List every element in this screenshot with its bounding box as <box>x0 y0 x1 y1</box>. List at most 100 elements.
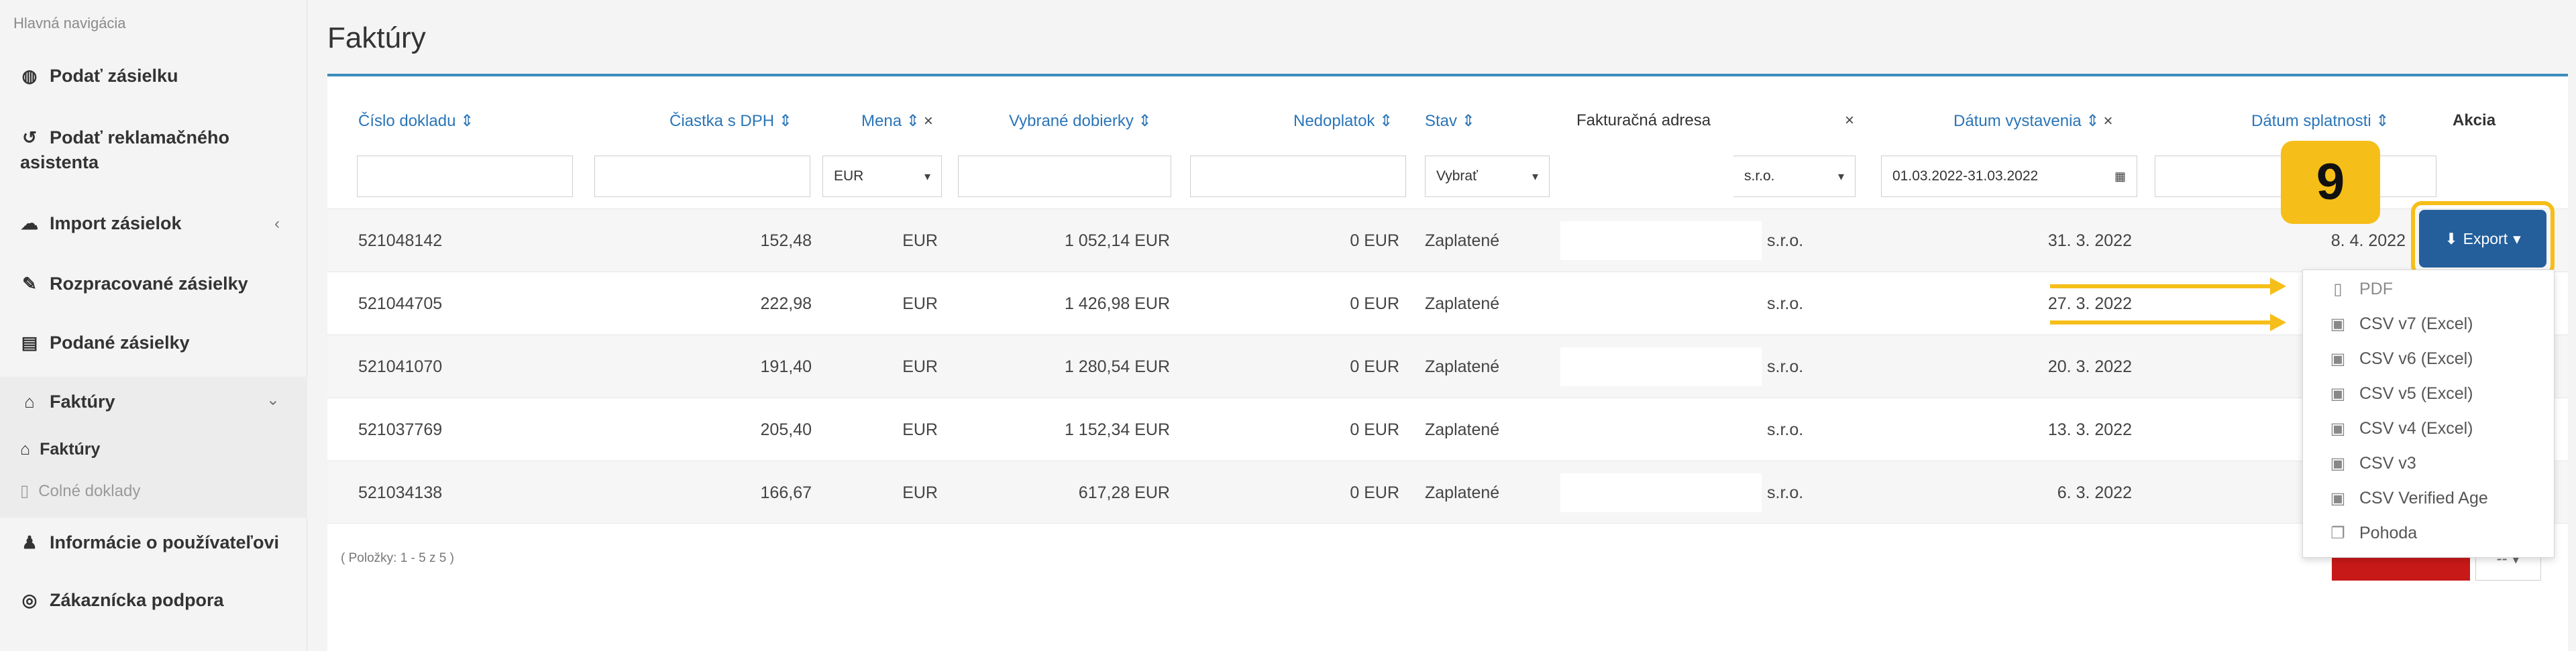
invoices-panel: Číslo dokladu ⇕ Čiastka s DPH ⇕ Mena ⇕ × … <box>327 74 2568 651</box>
file-excel-icon: ▣ <box>2330 455 2346 473</box>
sidebar-item-faktury-group[interactable]: ⌂ Faktúry <box>20 392 115 412</box>
cell-mena: EUR <box>902 483 938 502</box>
sidebar-subitem-colne-doklady[interactable]: ▯ Colné doklady <box>20 481 140 501</box>
sidebar-item-label: Podať zásielku <box>50 66 178 86</box>
bank-icon: ⌂ <box>24 392 35 412</box>
file-icon: ▯ <box>2333 280 2343 298</box>
redacted-address <box>1560 221 1762 260</box>
export-option-csv-verified-age[interactable]: ▣ CSV Verified Age <box>2330 489 2488 508</box>
clear-filter-icon[interactable]: × <box>924 112 933 130</box>
filter-mena-select[interactable]: EUR ▾ <box>822 156 942 197</box>
edit-icon: ✎ <box>22 274 37 294</box>
header-akcia: Akcia <box>2453 111 2496 129</box>
cell-adresa: s.r.o. <box>1767 483 1804 502</box>
file-excel-icon: ▣ <box>2330 350 2346 368</box>
export-option-csv-v6[interactable]: ▣ CSV v6 (Excel) <box>2330 349 2473 369</box>
sidebar-item-label: Informácie o používateľovi <box>50 532 279 552</box>
clear-filter-icon[interactable]: × <box>2104 112 2113 130</box>
sidebar-header: Hlavná navigácia <box>13 15 126 32</box>
cell-cislo: 521041070 <box>358 357 443 376</box>
filter-adresa-select[interactable]: s.r.o. ▾ <box>1733 156 1856 197</box>
cell-adresa: s.r.o. <box>1767 231 1804 250</box>
export-option-csv-v5[interactable]: ▣ CSV v5 (Excel) <box>2330 384 2473 404</box>
cell-vystavenia: 20. 3. 2022 <box>2047 357 2132 376</box>
sidebar-item-rozpracovane[interactable]: ✎ Rozpracované zásielky <box>20 274 248 294</box>
sidebar-item-reklamacia[interactable]: ↺ Podať reklamačného asistenta <box>20 127 229 173</box>
clear-filter-icon[interactable]: × <box>1845 111 1854 130</box>
export-button-label: Export <box>2463 229 2508 247</box>
sidebar-item-podane[interactable]: ▤ Podané zásielky <box>20 333 190 353</box>
export-option-pdf[interactable]: ▯ PDF <box>2330 280 2393 299</box>
header-splatnosti[interactable]: Dátum splatnosti ⇕ <box>2251 111 2390 131</box>
sidebar-item-import[interactable]: ☁ Import zásielok <box>20 213 182 234</box>
sidebar-item-label: Import zásielok <box>50 213 182 233</box>
header-stav[interactable]: Stav ⇕ <box>1425 111 1475 131</box>
user-icon: ♟ <box>21 532 38 552</box>
cell-vystavenia: 13. 3. 2022 <box>2047 420 2132 439</box>
export-option-label: CSV v3 <box>2359 454 2416 473</box>
sidebar-item-label-2: asistenta <box>20 152 99 172</box>
caret-down-icon: ▾ <box>2513 229 2521 247</box>
table-row: 521044705 222,98 EUR 1 426,98 EUR 0 EUR … <box>327 272 2568 335</box>
filter-dobierky-input[interactable] <box>958 156 1171 197</box>
cell-nedoplatok: 0 EUR <box>1350 420 1399 439</box>
header-dobierky[interactable]: Vybrané dobierky ⇕ <box>1009 111 1152 131</box>
export-option-csv-v7[interactable]: ▣ CSV v7 (Excel) <box>2330 314 2473 334</box>
redacted-address <box>1560 473 1762 512</box>
sidebar-item-label: Rozpracované zásielky <box>50 274 248 294</box>
undo-icon: ↺ <box>22 127 37 147</box>
support-icon: ◎ <box>21 590 38 610</box>
filter-datum-input[interactable]: 01.03.2022-31.03.2022 ▦ <box>1881 156 2137 197</box>
bank-icon: ⌂ <box>20 440 31 459</box>
caret-down-icon: ▾ <box>1837 169 1844 183</box>
sidebar-item-label: Faktúry <box>40 440 101 459</box>
step-badge: 9 <box>2281 141 2380 224</box>
export-dropdown-menu: ▯ PDF ▣ CSV v7 (Excel) ▣ CSV v6 (Excel) ▣ CS… <box>2302 270 2555 558</box>
filter-castka-input[interactable] <box>594 156 810 197</box>
caret-down-icon: ▾ <box>924 169 930 183</box>
header-vystavenia[interactable]: Dátum vystavenia ⇕ × <box>1953 111 2113 131</box>
export-option-pohoda[interactable]: ❐ Pohoda <box>2330 524 2417 543</box>
cell-mena: EUR <box>902 231 938 250</box>
export-option-csv-v3[interactable]: ▣ CSV v3 <box>2330 454 2416 473</box>
header-mena[interactable]: Mena ⇕ × <box>861 111 933 131</box>
cell-cislo: 521037769 <box>358 420 443 439</box>
export-option-csv-v4[interactable]: ▣ CSV v4 (Excel) <box>2330 419 2473 438</box>
sidebar-item-podat-zasielku[interactable]: ◍ Podať zásielku <box>20 66 178 86</box>
sidebar-item-informacie[interactable]: ♟ Informácie o používateľovi <box>20 532 279 553</box>
cell-mena: EUR <box>902 294 938 313</box>
export-option-label: CSV v5 (Excel) <box>2359 384 2473 403</box>
globe-icon: ◍ <box>21 66 38 86</box>
filter-cislo-input[interactable] <box>357 156 573 197</box>
cell-adresa: s.r.o. <box>1767 294 1804 313</box>
main-content: Faktúry Číslo dokladu ⇕ Čiastka s DPH ⇕ … <box>307 0 2576 651</box>
header-nedoplatok[interactable]: Nedoplatok ⇕ <box>1293 111 1393 131</box>
header-castka[interactable]: Čiastka s DPH ⇕ <box>669 111 792 131</box>
file-excel-icon: ▣ <box>2330 315 2346 333</box>
cell-cislo: 521034138 <box>358 483 443 502</box>
cell-castka: 166,67 <box>760 483 812 502</box>
cell-stav: Zaplatené <box>1425 294 1500 313</box>
header-cislo[interactable]: Číslo dokladu ⇕ <box>358 111 474 131</box>
sidebar-item-podpora[interactable]: ◎ Zákaznícka podpora <box>20 590 224 611</box>
sidebar-subitem-faktury[interactable]: ⌂ Faktúry <box>20 440 100 459</box>
file-excel-icon: ▣ <box>2330 385 2346 403</box>
download-icon: ⬇ <box>2445 229 2458 247</box>
export-button[interactable]: ⬇ Export ▾ <box>2419 210 2546 268</box>
calendar-icon[interactable]: ▦ <box>2114 170 2126 184</box>
filter-mena-value: EUR <box>834 168 864 184</box>
annotation-arrow <box>2050 314 2286 331</box>
cell-cislo: 521044705 <box>358 294 443 313</box>
file-excel-icon: ▣ <box>2330 420 2346 438</box>
table-row: 521041070 191,40 EUR 1 280,54 EUR 0 EUR … <box>327 335 2568 398</box>
export-option-label: CSV v6 (Excel) <box>2359 349 2473 368</box>
cell-cislo: 521048142 <box>358 231 443 250</box>
filter-nedoplatok-input[interactable] <box>1190 156 1406 197</box>
cell-stav: Zaplatené <box>1425 420 1500 439</box>
sidebar-item-label: Zákaznícka podpora <box>50 590 224 610</box>
cell-castka: 152,48 <box>760 231 812 250</box>
cell-nedoplatok: 0 EUR <box>1350 231 1399 250</box>
filter-adresa-value: s.r.o. <box>1744 168 1775 184</box>
cell-vystavenia: 6. 3. 2022 <box>2057 483 2132 502</box>
filter-stav-select[interactable]: Vybrať ▾ <box>1425 156 1550 197</box>
